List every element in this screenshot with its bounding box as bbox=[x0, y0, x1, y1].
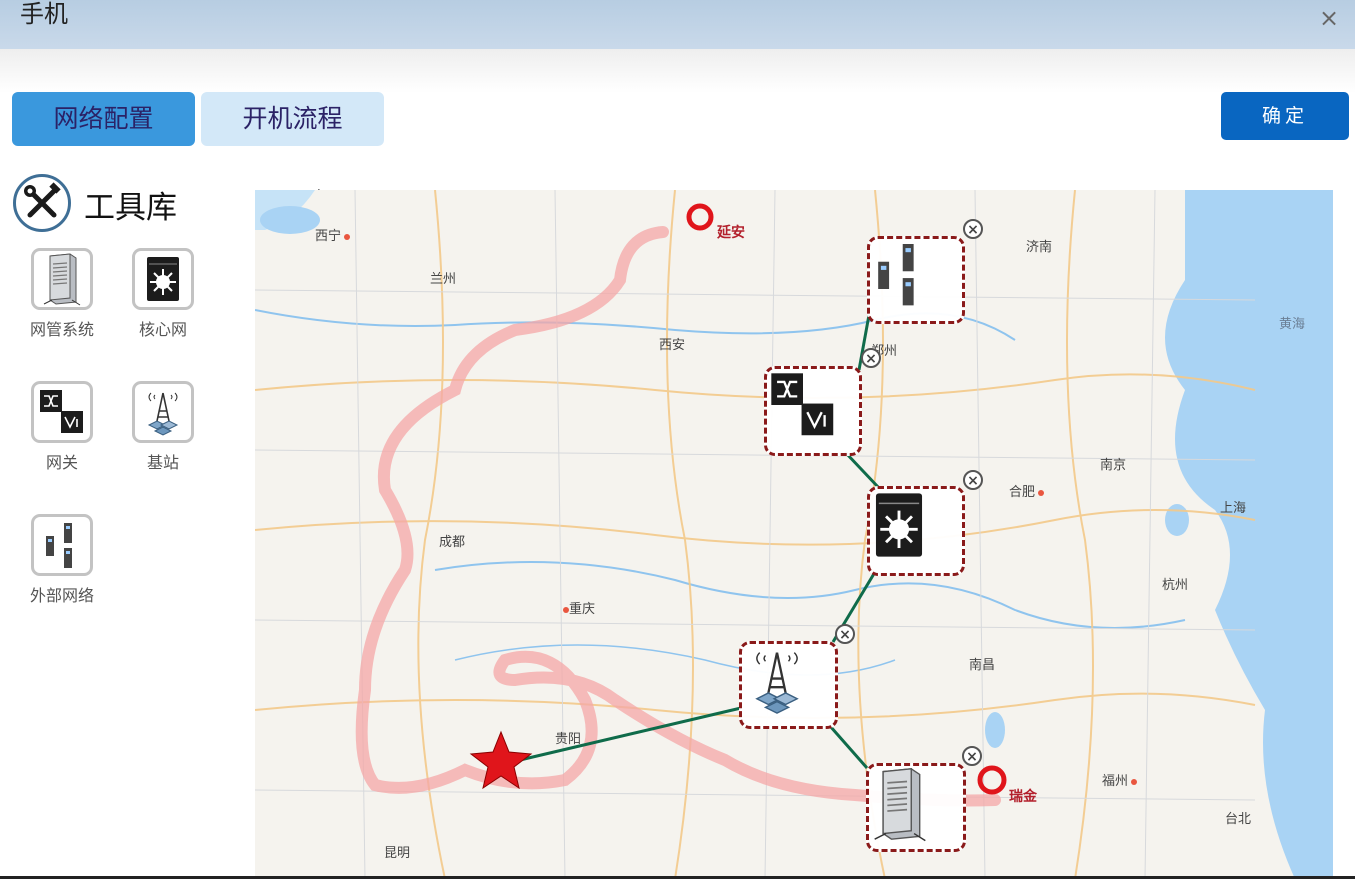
city-label: 台北 bbox=[1225, 812, 1252, 827]
city-label: 杭州 bbox=[1162, 578, 1189, 593]
remove-node-icon[interactable]: × bbox=[963, 219, 983, 239]
close-icon[interactable]: × bbox=[1317, 6, 1341, 30]
tab-network-config[interactable]: 网络配置 bbox=[12, 92, 195, 146]
server-icon bbox=[31, 248, 93, 310]
tool-label-gateway: 网关 bbox=[45, 453, 78, 472]
city-label: 南昌 bbox=[969, 658, 996, 673]
city-label: 昆明 bbox=[384, 846, 411, 861]
city-label: 福州 bbox=[1102, 770, 1138, 789]
city-label: 成都 bbox=[439, 535, 466, 550]
node-core-network[interactable] bbox=[867, 486, 965, 576]
core-network-icon bbox=[132, 248, 194, 310]
marker-label-start: 延安 bbox=[717, 225, 745, 241]
tool-external-network[interactable]: 外部网络 bbox=[12, 514, 112, 606]
city-label: 重庆 bbox=[560, 598, 595, 617]
gateway-icon bbox=[31, 381, 93, 443]
window-title: 手机 bbox=[20, 0, 68, 28]
remove-node-icon[interactable]: × bbox=[962, 746, 982, 766]
remove-node-icon[interactable]: × bbox=[835, 624, 855, 644]
toolbar-background bbox=[0, 49, 1355, 93]
tool-base-station[interactable]: 基站 bbox=[113, 381, 213, 473]
toolbox-title: 工具库 bbox=[84, 190, 177, 226]
external-network-icon bbox=[31, 514, 93, 576]
city-label: 兰州 bbox=[430, 272, 457, 287]
title-bar: 手机 × bbox=[0, 0, 1355, 49]
tool-server[interactable]: 网管系统 bbox=[12, 248, 112, 340]
city-label: 西宁 bbox=[315, 225, 351, 244]
city-label: 贵阳 bbox=[555, 732, 582, 747]
remove-node-icon[interactable]: × bbox=[861, 348, 881, 368]
server-icon bbox=[874, 768, 926, 842]
city-label: 南京 bbox=[1100, 458, 1127, 473]
node-external-network[interactable] bbox=[867, 236, 965, 324]
tool-label-core-network: 核心网 bbox=[138, 320, 187, 339]
network-map[interactable]: 西宁 兰州 西安 郑州 济南 黄海 南京 合肥 上海 杭州 成都 重庆 贵阳 南… bbox=[255, 190, 1333, 879]
city-label: 黄海 bbox=[1279, 317, 1306, 332]
tab-boot-process[interactable]: 开机流程 bbox=[201, 92, 384, 146]
node-base-station[interactable] bbox=[739, 641, 838, 729]
node-gateway[interactable] bbox=[764, 366, 862, 456]
map-background bbox=[255, 190, 1333, 879]
city-label: 西安 bbox=[659, 338, 686, 353]
wrench-screwdriver-icon bbox=[13, 174, 71, 232]
tool-label-external-network: 外部网络 bbox=[29, 586, 94, 605]
base-station-icon bbox=[132, 381, 194, 443]
core-network-icon bbox=[875, 493, 923, 557]
tool-label-base-station: 基站 bbox=[146, 453, 179, 472]
gateway-icon bbox=[771, 373, 834, 436]
city-label: 济南 bbox=[1026, 240, 1053, 255]
confirm-button[interactable]: 确定 bbox=[1221, 92, 1349, 140]
remove-node-icon[interactable]: × bbox=[963, 470, 983, 490]
node-management-server[interactable] bbox=[866, 763, 966, 852]
city-label: 合肥 bbox=[1009, 481, 1045, 500]
external-network-icon bbox=[878, 244, 914, 306]
base-station-icon bbox=[755, 652, 799, 714]
city-label: 上海 bbox=[1220, 501, 1247, 516]
tool-gateway[interactable]: 网关 bbox=[12, 381, 112, 473]
tool-label-server: 网管系统 bbox=[29, 320, 94, 339]
tool-core-network[interactable]: 核心网 bbox=[113, 248, 213, 340]
marker-label-end: 瑞金 bbox=[1009, 789, 1037, 805]
